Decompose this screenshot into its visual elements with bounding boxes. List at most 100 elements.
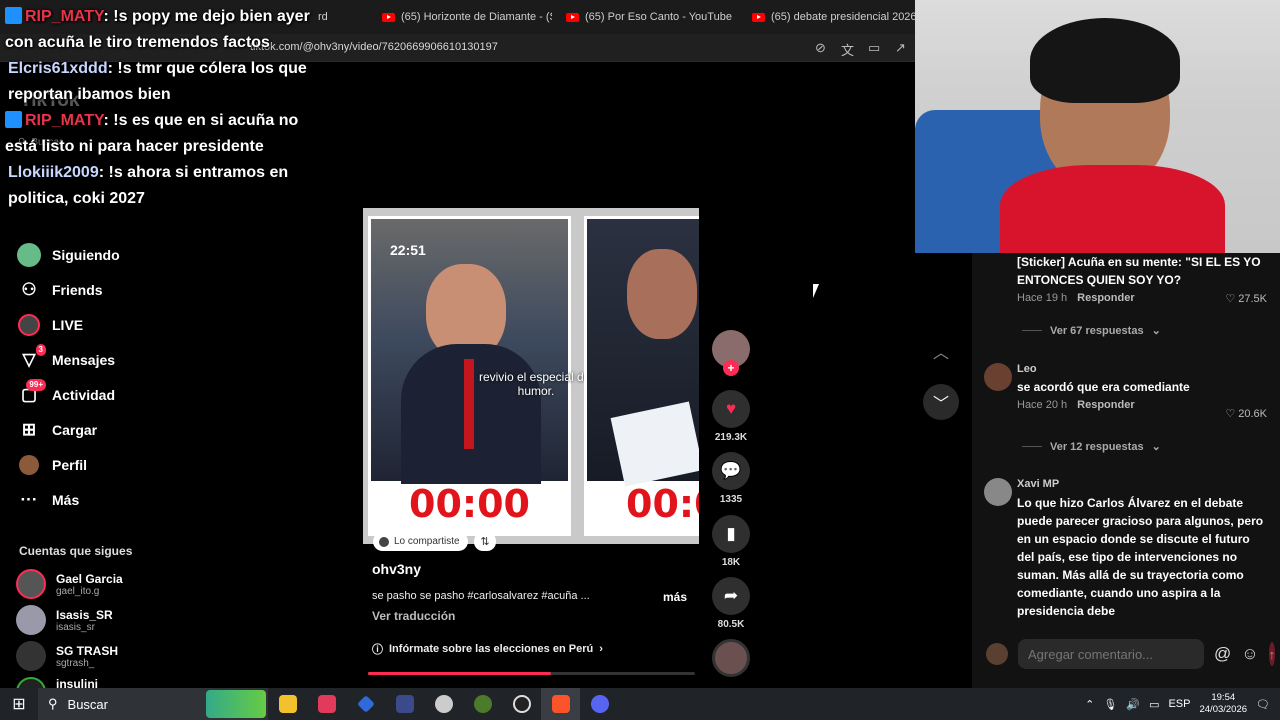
like-count: 219.3K xyxy=(714,432,748,443)
notification-icon[interactable]: 🗨 xyxy=(1256,698,1270,711)
sidebar-item-mas[interactable]: ··· Más xyxy=(16,485,80,515)
avatar xyxy=(712,639,750,677)
replies-label: Ver 12 respuestas xyxy=(1050,440,1144,453)
sidebar-item-friends[interactable]: ⚇ Friends xyxy=(16,275,103,305)
comment-input[interactable] xyxy=(1018,639,1204,669)
reply-button[interactable]: Responder xyxy=(1077,292,1134,304)
file-explorer-icon[interactable] xyxy=(268,688,307,720)
sidebar-item-perfil[interactable]: Perfil xyxy=(16,450,87,480)
profile-icon xyxy=(16,452,42,478)
sidebar-item-mensajes[interactable]: ▽ 3 Mensajes xyxy=(16,344,115,375)
comment-count: 1335 xyxy=(719,494,743,505)
taskbar-clock[interactable]: 19:54 24/03/2026 xyxy=(1199,692,1247,716)
send-button[interactable]: ↑ xyxy=(1268,642,1276,666)
language-indicator[interactable]: ESP xyxy=(1168,698,1190,710)
following-account[interactable]: Isasis_SR isasis_sr xyxy=(16,605,113,635)
follow-plus-icon[interactable]: + xyxy=(723,360,739,376)
sidebar-item-live[interactable]: LIVE xyxy=(16,310,83,340)
view-replies-button[interactable]: Ver 12 respuestas ⌄ xyxy=(1022,440,1161,454)
video-player[interactable]: 22:51 revivio el especial del humor. 00:… xyxy=(363,208,699,544)
windows-start-icon[interactable]: ⊞ xyxy=(0,688,38,720)
app-icon-shield[interactable] xyxy=(424,688,463,720)
comment-like-count: 27.5K xyxy=(1238,293,1267,305)
election-info-link[interactable]: ⓘ Infórmate sobre las elecciones en Perú › xyxy=(372,641,603,657)
chat-badge-icon xyxy=(5,7,22,24)
comment-like-button[interactable]: ♡ 27.5K xyxy=(1225,292,1267,305)
avatar xyxy=(986,643,1008,665)
app-icon-obs[interactable] xyxy=(502,688,541,720)
save-button[interactable]: ▮ 18K xyxy=(711,515,751,568)
webcam-person-shirt xyxy=(1000,165,1225,253)
video-username[interactable]: ohv3ny xyxy=(372,561,421,577)
sidebar-item-label: Actividad xyxy=(52,387,116,403)
creator-avatar-button[interactable]: + xyxy=(711,330,751,376)
account-handle: gael_ito.g xyxy=(56,585,100,597)
youtube-icon xyxy=(566,12,579,22)
comment-like-button[interactable]: ♡ 20.6K xyxy=(1225,407,1267,420)
sidebar-item-actividad[interactable]: ▢ 99+ Actividad xyxy=(16,379,116,410)
like-button[interactable]: ♥ 219.3K xyxy=(711,390,751,443)
browser-tab[interactable]: (65) Horizonte de Diamante - (SLC xyxy=(382,0,552,34)
browser-tab[interactable]: (65) Por Eso Canto - YouTube xyxy=(566,0,736,34)
chat-username: RIP_MATY xyxy=(25,8,104,25)
avatar[interactable] xyxy=(984,478,1012,506)
view-replies-button[interactable]: Ver 67 respuestas ⌄ xyxy=(1022,324,1161,338)
app-icon-red[interactable] xyxy=(307,688,346,720)
search-icon: ⚲ xyxy=(48,696,58,711)
chat-username: Llokiiik2009 xyxy=(8,164,99,181)
browser-tab[interactable]: (65) debate presidencial 2026 - Yo xyxy=(752,0,915,34)
sidebar-item-label: Friends xyxy=(52,282,103,298)
taskbar-search[interactable]: ⚲ Buscar xyxy=(38,688,268,720)
chevron-right-icon: › xyxy=(599,643,603,655)
sidebar-item-siguiendo[interactable]: Siguiendo xyxy=(16,240,120,270)
share-icon[interactable]: ↗ xyxy=(895,40,906,56)
avatar xyxy=(16,569,46,599)
account-name: Gael Garcia xyxy=(56,571,123,586)
sound-avatar[interactable] xyxy=(711,639,751,677)
chevron-up-icon[interactable]: ⌃ xyxy=(1085,698,1094,711)
avatar: + xyxy=(712,330,750,376)
translate-link[interactable]: Ver traducción xyxy=(372,609,455,623)
brave-browser-icon[interactable] xyxy=(541,688,580,720)
stream-chat-overlay: RIP_MATY: !s popy me dejo bien ayer con … xyxy=(0,4,330,212)
comment-username[interactable]: Xavi MP xyxy=(1017,478,1267,490)
microphone-icon[interactable]: 🎙 xyxy=(1103,698,1117,711)
shared-badge[interactable]: Lo compartiste xyxy=(373,532,468,551)
sidebar-item-label: LIVE xyxy=(52,317,84,333)
sidebar-item-cargar[interactable]: ⊞ Cargar xyxy=(16,415,97,445)
comment-like-count: 20.6K xyxy=(1238,408,1267,420)
comment-username[interactable]: Leo xyxy=(1017,363,1267,375)
video-image xyxy=(371,219,568,484)
following-account[interactable]: SG TRASH sgtrash_ xyxy=(16,641,118,671)
cast-icon[interactable]: ▭ xyxy=(868,40,880,56)
video-progress-bar[interactable] xyxy=(368,672,695,675)
reply-button[interactable]: Responder xyxy=(1077,399,1134,411)
next-video-button[interactable]: ﹀ xyxy=(923,384,959,420)
mention-icon[interactable]: @ xyxy=(1214,644,1231,664)
translate-icon[interactable]: 文 xyxy=(841,40,854,59)
app-icon-blue[interactable] xyxy=(346,688,385,720)
account-name: Isasis_SR xyxy=(56,607,113,622)
papers xyxy=(610,401,699,487)
message-icon: ▽ 3 xyxy=(16,344,46,373)
app-icon-calendar[interactable] xyxy=(385,688,424,720)
emoji-icon[interactable]: ☺ xyxy=(1241,644,1258,664)
app-icon-discord[interactable] xyxy=(580,688,619,720)
previous-video-button[interactable]: ︿ xyxy=(923,333,959,369)
avatar xyxy=(16,641,46,671)
comment-button[interactable]: 💬 1335 xyxy=(711,452,751,505)
app-icon-green[interactable] xyxy=(463,688,502,720)
volume-icon[interactable]: 🔊 xyxy=(1126,698,1140,711)
friends-icon: ⚇ xyxy=(21,280,37,299)
share-button[interactable]: ➦ 80.5K xyxy=(711,577,751,630)
repost-icon[interactable]: ⇅ xyxy=(474,532,496,551)
avatar[interactable] xyxy=(984,363,1012,391)
following-account[interactable]: Gael Garcia gael_ito.g xyxy=(16,569,123,599)
reader-mode-icon[interactable]: ⊘ xyxy=(815,40,826,56)
search-highlight-image xyxy=(206,690,266,718)
comment-text: se acordó que era comediante xyxy=(1017,380,1190,394)
following-heading: Cuentas que sigues xyxy=(19,544,133,558)
following-account[interactable]: insulini xyxy=(16,677,98,688)
network-icon[interactable]: ▭ xyxy=(1149,698,1159,711)
more-button[interactable]: más xyxy=(663,590,687,604)
